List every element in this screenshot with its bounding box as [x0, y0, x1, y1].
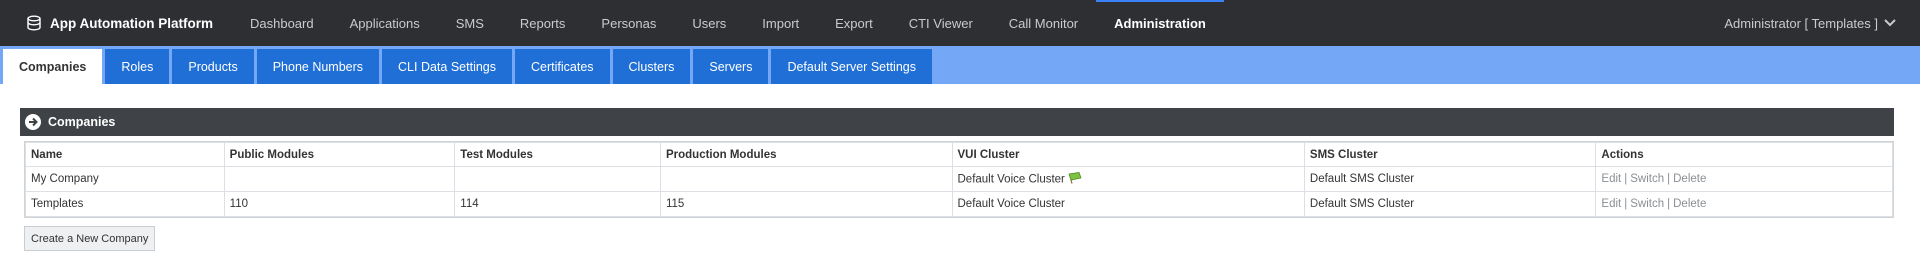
actions-cell: Edit | Switch | Delete — [1595, 166, 1893, 192]
action-separator: | — [1624, 198, 1628, 210]
vui-cluster-text: Default Voice Cluster — [957, 198, 1065, 210]
action-separator: | — [1624, 173, 1628, 185]
tab-phone-numbers[interactable]: Phone Numbers — [256, 49, 380, 84]
sms-cluster-cell: Default SMS Cluster — [1303, 191, 1597, 217]
tab-cli-data-settings[interactable]: CLI Data Settings — [382, 49, 512, 84]
nav-item-administration[interactable]: Administration — [1096, 0, 1224, 46]
tab-certificates[interactable]: Certificates — [515, 49, 610, 84]
admin-subnav: Companies Roles Products Phone Numbers CLI D… — [0, 46, 1920, 84]
sms-cluster-cell: Default SMS Cluster — [1303, 166, 1597, 192]
nav-item-reports[interactable]: Reports — [502, 0, 584, 46]
sms-cluster-text: Default SMS Cluster — [1309, 198, 1415, 210]
panel-title: Companies — [48, 115, 116, 129]
public-modules-text: 110 — [229, 198, 249, 210]
delete-link[interactable]: Delete — [1673, 198, 1706, 210]
column-header: Test Modules — [454, 142, 661, 167]
action-separator: | — [1667, 173, 1671, 185]
edit-link[interactable]: Edit — [1601, 198, 1621, 210]
action-separator: | — [1667, 198, 1671, 210]
top-navigation-bar: App Automation Platform Dashboard Applica… — [0, 0, 1920, 46]
production-modules-cell — [659, 166, 953, 192]
chevron-down-icon — [1884, 18, 1896, 28]
test-modules-text: 114 — [460, 198, 479, 210]
arrow-circle-right-icon — [24, 113, 42, 131]
companies-table: Name Public Modules Test Modules Production… — [25, 142, 1893, 217]
main-nav: Dashboard Applications SMS Reports Personas U… — [232, 0, 1224, 46]
vui-cluster-text: Default Voice Cluster — [957, 173, 1065, 186]
actions-cell: Edit | Switch | Delete — [1595, 191, 1893, 217]
public-modules-cell: 110 — [223, 191, 456, 217]
nav-item-applications[interactable]: Applications — [332, 0, 438, 46]
nav-item-call-monitor[interactable]: Call Monitor — [991, 0, 1096, 46]
tab-default-server-settings[interactable]: Default Server Settings — [771, 49, 932, 84]
column-header: Name — [25, 142, 225, 167]
nav-item-export[interactable]: Export — [817, 0, 891, 46]
flag-icon — [1068, 171, 1082, 187]
user-label: Administrator [ Templates ] — [1724, 15, 1878, 31]
column-header: Actions — [1595, 142, 1893, 167]
user-menu[interactable]: Administrator [ Templates ] — [1724, 0, 1896, 46]
company-name-text: Templates — [31, 198, 84, 210]
app-brand[interactable]: App Automation Platform — [0, 0, 232, 46]
tab-companies[interactable]: Companies — [3, 49, 103, 84]
nav-item-import[interactable]: Import — [744, 0, 817, 46]
companies-table-container: Name Public Modules Test Modules Production… — [24, 141, 1894, 218]
create-company-button[interactable]: Create a New Company — [24, 226, 156, 251]
test-modules-cell — [454, 166, 661, 192]
table-row: Templates 110 114 115 Default Voice Cluster D… — [25, 191, 1893, 217]
column-header: Production Modules — [659, 142, 953, 167]
company-name-text: My Company — [31, 173, 99, 185]
companies-panel-header: Companies — [20, 108, 1894, 136]
tab-servers[interactable]: Servers — [693, 49, 769, 84]
table-header-row: Name Public Modules Test Modules Production… — [25, 142, 1893, 167]
company-name-cell: Templates — [25, 191, 225, 217]
public-modules-cell — [223, 166, 456, 192]
sms-cluster-text: Default SMS Cluster — [1309, 173, 1415, 185]
column-header: Public Modules — [223, 142, 456, 167]
edit-link[interactable]: Edit — [1601, 173, 1621, 185]
vui-cluster-cell: Default Voice Cluster — [951, 191, 1305, 217]
nav-item-personas[interactable]: Personas — [583, 0, 674, 46]
table-row: My Company Default Voice Cluster Default S… — [25, 166, 1893, 192]
column-header: VUI Cluster — [951, 142, 1305, 167]
nav-item-sms[interactable]: SMS — [438, 0, 502, 46]
production-modules-text: 115 — [665, 198, 685, 210]
app-title: App Automation Platform — [50, 15, 213, 31]
vui-cluster-cell: Default Voice Cluster — [951, 166, 1305, 192]
nav-item-users[interactable]: Users — [674, 0, 744, 46]
nav-item-dashboard[interactable]: Dashboard — [232, 0, 332, 46]
production-modules-cell: 115 — [659, 191, 953, 217]
test-modules-cell: 114 — [454, 191, 661, 217]
tab-products[interactable]: Products — [172, 49, 254, 84]
switch-link[interactable]: Switch — [1630, 198, 1664, 210]
delete-link[interactable]: Delete — [1673, 173, 1706, 185]
switch-link[interactable]: Switch — [1630, 173, 1664, 185]
tab-clusters[interactable]: Clusters — [612, 49, 691, 84]
nav-item-cti-viewer[interactable]: CTI Viewer — [891, 0, 991, 46]
tab-roles[interactable]: Roles — [105, 49, 170, 84]
column-header: SMS Cluster — [1303, 142, 1597, 167]
admin-tabs: Companies Roles Products Phone Numbers CLI D… — [3, 49, 935, 84]
company-name-cell: My Company — [25, 166, 225, 192]
database-logo-icon — [26, 14, 44, 32]
